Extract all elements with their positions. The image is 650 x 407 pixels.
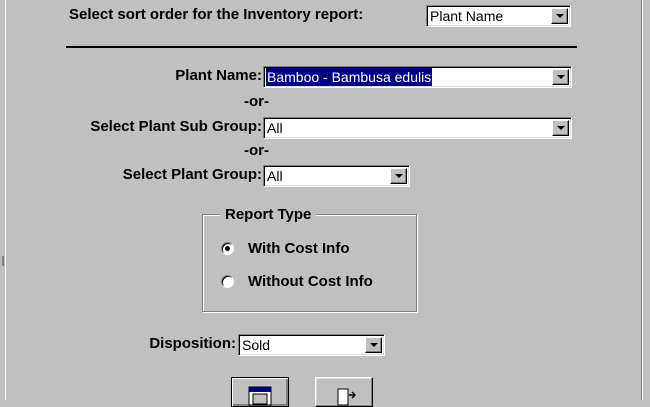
- plant-sub-group-label: Select Plant Sub Group:: [90, 118, 262, 135]
- plant-name-dropdown-button[interactable]: [552, 69, 569, 85]
- sort-order-combo[interactable]: Plant Name: [426, 5, 571, 27]
- print-preview-button[interactable]: [231, 377, 289, 407]
- disposition-combo[interactable]: Sold: [238, 334, 385, 356]
- sort-order-label: Select sort order for the Inventory repo…: [69, 6, 364, 23]
- or-separator-1: -or-: [244, 93, 269, 110]
- exit-icon: [337, 388, 357, 406]
- plant-sub-group-value: All: [267, 120, 283, 136]
- plant-name-value: Bamboo - Bambusa edulis: [266, 68, 433, 86]
- plant-group-combo[interactable]: All: [263, 165, 410, 187]
- plant-group-dropdown-button[interactable]: [390, 168, 407, 184]
- plant-name-label: Plant Name:: [175, 67, 262, 84]
- radio-without-cost-info-label[interactable]: Without Cost Info: [248, 272, 373, 292]
- radio-with-cost-info-indicator[interactable]: [221, 242, 234, 255]
- window-left-edge-mark: [2, 256, 4, 266]
- plant-sub-group-dropdown-button[interactable]: [552, 120, 569, 136]
- plant-name-combo[interactable]: Bamboo - Bambusa edulis: [263, 66, 572, 88]
- disposition-label: Disposition:: [149, 335, 236, 352]
- radio-without-cost-info-indicator[interactable]: [221, 275, 234, 288]
- report-type-group: Report Type With Cost Info Without Cost …: [202, 205, 417, 312]
- report-type-legend: Report Type: [220, 205, 317, 225]
- sort-order-value: Plant Name: [430, 8, 504, 24]
- sort-order-dropdown-button[interactable]: [551, 8, 568, 24]
- window-left-edge: [0, 0, 6, 400]
- disposition-value: Sold: [242, 337, 271, 353]
- plant-group-value: All: [267, 168, 283, 184]
- radio-with-cost-info-label[interactable]: With Cost Info: [248, 239, 350, 259]
- window-right-edge: [641, 0, 650, 400]
- disposition-dropdown-button[interactable]: [365, 337, 382, 353]
- separator-line: [66, 46, 577, 48]
- exit-button[interactable]: [315, 377, 373, 407]
- print-preview-icon: [248, 386, 272, 406]
- or-separator-2: -or-: [244, 142, 269, 159]
- plant-group-label: Select Plant Group:: [122, 166, 262, 183]
- plant-sub-group-combo[interactable]: All: [263, 117, 572, 139]
